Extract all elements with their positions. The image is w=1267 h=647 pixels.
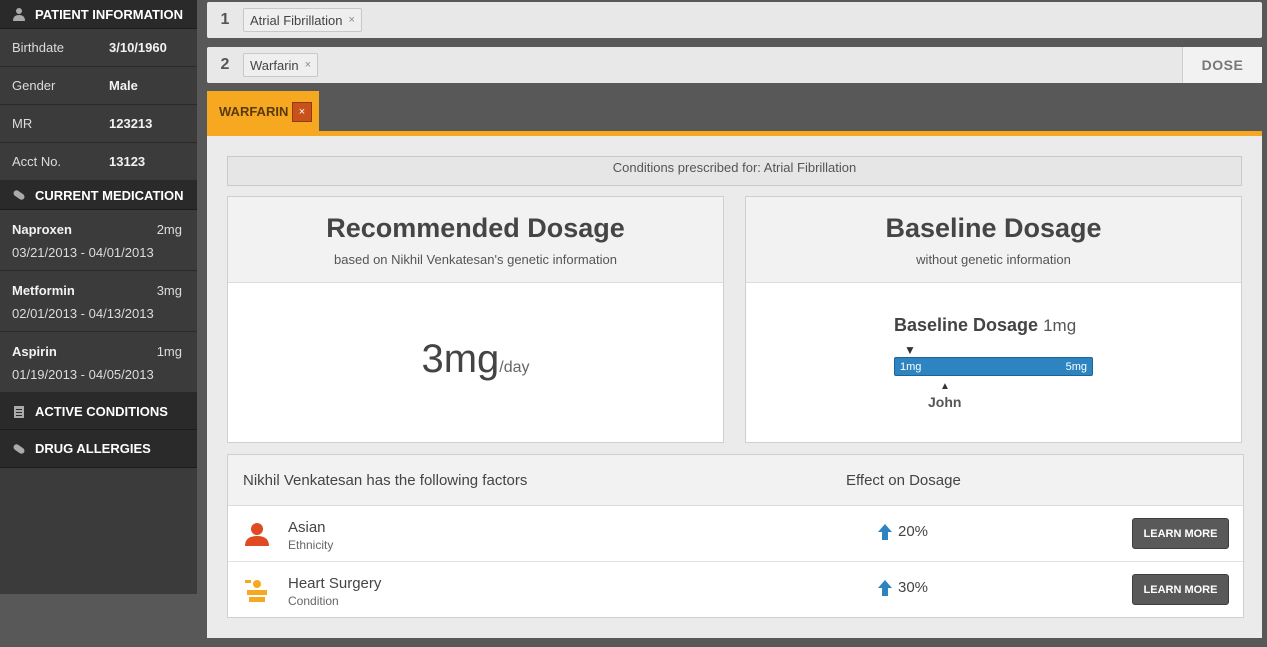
baseline-dosage-card: Baseline Dosage without genetic informat…	[745, 196, 1242, 443]
medication-amount: 2mg	[156, 222, 182, 237]
dose-button[interactable]: DOSE	[1182, 47, 1262, 83]
dose-number: 3mg	[421, 337, 500, 381]
active-conditions-title: ACTIVE CONDITIONS	[35, 403, 168, 419]
scale-min: 1mg	[900, 360, 922, 373]
recommended-title: Recommended Dosage	[326, 213, 625, 243]
medication-name: Metformin	[12, 283, 75, 298]
factors-header-right: Effect on Dosage	[846, 472, 961, 489]
medication-item[interactable]: Aspirin 1mg 01/19/2013 - 04/05/2013	[0, 332, 197, 393]
patient-info-title: PATIENT INFORMATION	[35, 6, 184, 22]
person-icon	[245, 523, 269, 546]
query-number: 1	[220, 11, 230, 28]
medication-name: Aspirin	[12, 344, 57, 359]
info-label: MR	[12, 116, 33, 131]
medication-dates: 03/21/2013 - 04/01/2013	[12, 245, 154, 260]
medication-dates: 01/19/2013 - 04/05/2013	[12, 367, 154, 382]
baseline-subtitle: without genetic information	[916, 252, 1071, 267]
query-row-drug[interactable]: 2 Warfarin × DOSE	[207, 47, 1262, 83]
factor-type: Condition	[288, 594, 339, 608]
patient-info-header[interactable]: PATIENT INFORMATION	[0, 0, 197, 29]
factor-type: Ethnicity	[288, 538, 334, 552]
factor-row: Asian Ethnicity 20% LEARN MORE	[228, 506, 1243, 562]
factor-row: Heart Surgery Condition 30% LEARN MORE	[228, 562, 1243, 618]
recommended-dosage-card: Recommended Dosage based on Nikhil Venka…	[227, 196, 724, 443]
drug-allergies-title: DRUG ALLERGIES	[35, 441, 151, 456]
arrow-up-icon	[878, 523, 892, 540]
medication-name: Naproxen	[12, 222, 72, 237]
info-row-acct: Acct No. 13123	[0, 143, 197, 181]
info-label: Birthdate	[12, 40, 65, 55]
clipboard-icon	[14, 406, 24, 418]
query-number: 2	[220, 56, 230, 73]
gauge-title: Baseline Dosage 1mg	[894, 315, 1094, 336]
dosage-panel: Conditions prescribed for: Atrial Fibril…	[207, 136, 1262, 638]
marker-pointer-icon: ▲	[940, 381, 950, 392]
chip-label: Warfarin	[250, 57, 299, 73]
recommended-value: 3mg/day	[228, 337, 723, 382]
factor-effect: 30%	[878, 579, 928, 596]
pill-icon	[13, 190, 25, 200]
factor-name: Heart Surgery	[288, 575, 382, 592]
recommended-subtitle: based on Nikhil Venkatesan's genetic inf…	[334, 252, 617, 267]
info-value: 123213	[109, 116, 153, 131]
medication-item[interactable]: Naproxen 2mg 03/21/2013 - 04/01/2013	[0, 210, 197, 271]
medication-dates: 02/01/2013 - 04/13/2013	[12, 306, 154, 321]
marker-label: John	[928, 394, 962, 410]
gauge-value: 1mg	[1043, 316, 1077, 335]
surgery-icon	[245, 580, 267, 602]
chip-remove-icon[interactable]: ×	[305, 59, 311, 71]
factor-effect: 20%	[878, 523, 928, 540]
info-value: 13123	[109, 154, 146, 169]
drug-chip[interactable]: Warfarin ×	[243, 53, 319, 77]
gauge-title-text: Baseline Dosage	[894, 315, 1039, 335]
tab-label: WARFARIN	[219, 103, 289, 119]
pill-icon	[13, 443, 25, 454]
drug-allergies-header[interactable]: DRUG ALLERGIES	[0, 430, 197, 468]
info-value: 3/10/1960	[109, 40, 167, 55]
baseline-title: Baseline Dosage	[885, 213, 1102, 243]
info-value: Male	[109, 78, 138, 93]
condition-chip[interactable]: Atrial Fibrillation ×	[243, 8, 362, 32]
medication-item[interactable]: Metformin 3mg 02/01/2013 - 04/13/2013	[0, 271, 197, 332]
sidebar: PATIENT INFORMATION Birthdate 3/10/1960 …	[0, 0, 197, 594]
info-row-mr: MR 123213	[0, 105, 197, 143]
baseline-gauge: Baseline Dosage 1mg ▼ 1mg 5mg ▲ John	[894, 315, 1094, 425]
factors-header-left: Nikhil Venkatesan has the following fact…	[243, 472, 528, 489]
medication-amount: 3mg	[156, 283, 182, 298]
scale-max: 5mg	[1065, 360, 1087, 373]
info-label: Acct No.	[12, 154, 62, 169]
tab-warfarin[interactable]: WARFARIN ×	[207, 91, 319, 131]
effect-value: 20%	[898, 523, 929, 540]
medication-amount: 1mg	[156, 344, 182, 359]
query-row-condition[interactable]: 1 Atrial Fibrillation ×	[207, 2, 1262, 38]
factor-name: Asian	[288, 519, 326, 536]
gauge-bar: 1mg 5mg	[894, 357, 1093, 376]
current-medication-header[interactable]: CURRENT MEDICATION	[0, 181, 197, 210]
arrow-up-icon	[878, 579, 892, 596]
chip-label: Atrial Fibrillation	[250, 12, 343, 28]
factors-header: Nikhil Venkatesan has the following fact…	[228, 455, 1243, 506]
active-conditions-header[interactable]: ACTIVE CONDITIONS	[0, 393, 197, 430]
dose-unit: /day	[499, 359, 530, 376]
effect-value: 30%	[898, 579, 929, 596]
current-medication-title: CURRENT MEDICATION	[35, 187, 184, 203]
factors-table: Nikhil Venkatesan has the following fact…	[227, 454, 1244, 618]
tab-close-icon[interactable]: ×	[292, 102, 312, 122]
person-icon	[13, 8, 25, 21]
info-row-gender: Gender Male	[0, 67, 197, 105]
learn-more-button[interactable]: LEARN MORE	[1132, 574, 1229, 605]
chip-remove-icon[interactable]: ×	[348, 14, 354, 26]
condition-line: Conditions prescribed for: Atrial Fibril…	[227, 156, 1242, 186]
gauge-pointer-icon: ▼	[904, 343, 916, 357]
info-row-birthdate: Birthdate 3/10/1960	[0, 29, 197, 67]
info-label: Gender	[12, 78, 56, 93]
learn-more-button[interactable]: LEARN MORE	[1132, 518, 1229, 549]
